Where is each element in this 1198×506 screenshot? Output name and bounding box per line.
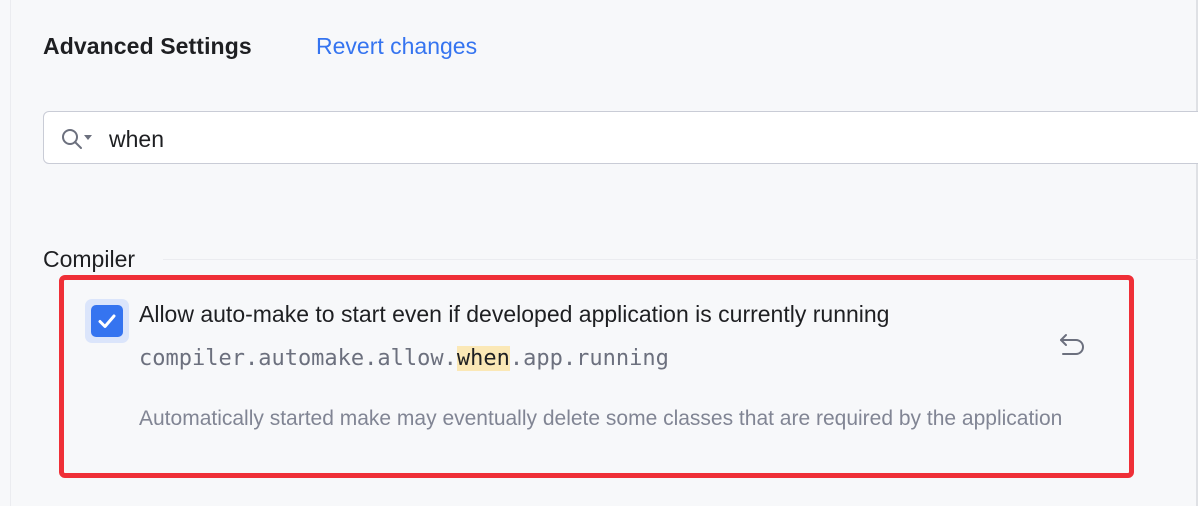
search-field[interactable]: when bbox=[43, 111, 1198, 164]
auto-make-checkbox[interactable] bbox=[85, 299, 129, 343]
option-key: compiler.automake.allow.when.app.running bbox=[139, 346, 669, 371]
option-key-suffix: .app.running bbox=[509, 346, 669, 371]
search-icon[interactable] bbox=[60, 127, 96, 151]
option-label[interactable]: Allow auto-make to start even if develop… bbox=[139, 301, 889, 328]
left-divider bbox=[10, 0, 11, 506]
option-key-prefix: compiler.automake.allow. bbox=[139, 346, 457, 371]
option-description: Automatically started make may eventuall… bbox=[139, 407, 1063, 430]
checkmark-icon bbox=[98, 314, 116, 328]
group-title-compiler: Compiler bbox=[43, 246, 136, 272]
search-input[interactable]: when bbox=[109, 126, 164, 153]
undo-icon[interactable] bbox=[1054, 330, 1086, 358]
page-title: Advanced Settings bbox=[43, 33, 252, 59]
group-separator bbox=[163, 259, 1198, 260]
checkbox-box bbox=[91, 305, 123, 337]
option-key-match: when bbox=[456, 346, 510, 371]
revert-changes-link[interactable]: Revert changes bbox=[316, 33, 477, 60]
